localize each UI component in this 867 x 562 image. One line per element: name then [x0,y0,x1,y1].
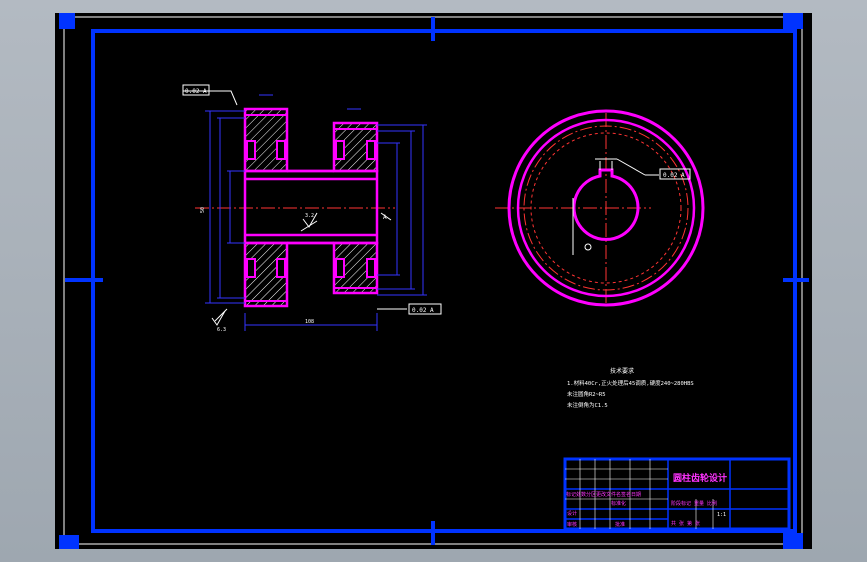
roughness-label-3: 6.3 [217,327,226,333]
drawing-sheet: 0.02 A 0.02 A 3.2 6.3 A 108 50 0.02 A 技术… [55,13,812,549]
tech-req-line-3: 未注倒角为C1.5 [567,401,608,409]
tech-requirements: 技术要求 1.材料40Cr,正火处理后45调质,硬度240~280HBS 未注圆… [567,367,694,409]
tol-text-bottom: 0.02 A [412,307,434,314]
cad-viewport: 0.02 A 0.02 A 3.2 6.3 A 108 50 0.02 A 技术… [0,0,867,562]
tol-text-top: 0.02 A [185,88,207,95]
datum-label-a: A [383,214,387,221]
title-block: 圆柱齿轮设计 标记处数分区更改文件名签名日期 设计 审核 标准化 阶段标记 重量… [563,457,791,531]
drawing-canvas: 0.02 A 0.02 A 3.2 6.3 A 108 50 0.02 A 技术… [59,13,809,549]
stage-labels: 阶段标记 重量 比例 [671,500,717,507]
sheet-info: 共 张 第 张 [671,520,700,527]
part-name: 圆柱齿轮设计 [673,472,727,484]
tech-req-heading: 技术要求 [610,367,634,375]
roughness-label-1: 3.2 [305,213,314,219]
dim-hub: 50 [200,207,206,213]
reviewer-label: 审核 [567,521,577,528]
inner-frame [91,29,797,533]
dim-width: 108 [305,319,314,325]
section-view: 0.02 A 0.02 A 3.2 6.3 A 108 50 [182,84,442,333]
approve-label: 批准 [615,521,625,528]
front-view: 0.02 A [495,109,705,307]
scale-value: 1:1 [717,512,726,518]
revision-header: 标记处数分区更改文件名签名日期 [566,491,641,498]
tech-req-line-1: 1.材料40Cr,正火处理后45调质,硬度240~280HBS [567,379,694,387]
tol-text-right: 0.02 A [663,172,685,179]
designer-label: 设计 [567,510,577,517]
standard-label: 标准化 [611,500,626,507]
tech-req-line-2: 未注圆角R2~R5 [567,390,606,398]
